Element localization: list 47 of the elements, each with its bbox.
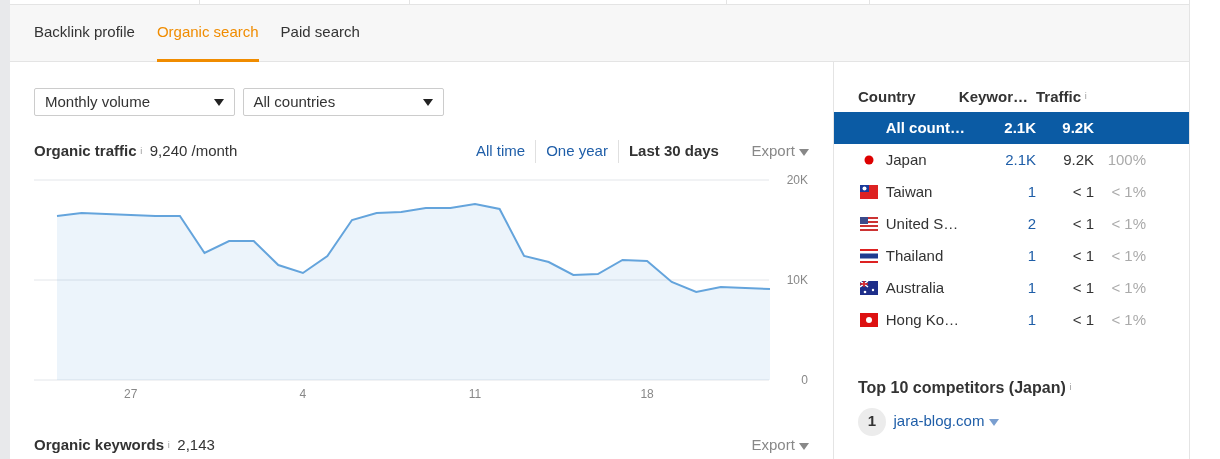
country-row[interactable]: Australia 1 < 1 < 1% bbox=[834, 272, 1189, 304]
caret-icon bbox=[422, 98, 433, 106]
section-title: Top 10 competitors (Japan) bbox=[858, 378, 1066, 398]
section-title: Organic keywords bbox=[34, 435, 165, 455]
export-button[interactable]: Export bbox=[751, 434, 809, 457]
axis-label: 10K bbox=[786, 273, 808, 287]
section-title: Organic traffic bbox=[34, 141, 137, 162]
traffic-value: 9,240 /month bbox=[149, 141, 238, 162]
column-header: Traffic bbox=[1036, 86, 1081, 107]
axis-label: 4 bbox=[299, 387, 307, 401]
info-icon: i bbox=[1069, 381, 1072, 395]
column-header: Country bbox=[857, 86, 917, 107]
axis-label: 20K bbox=[786, 173, 808, 187]
axis-label: 27 bbox=[124, 387, 138, 401]
dropdown[interactable]: Monthly volume bbox=[34, 88, 235, 116]
caret-icon bbox=[988, 418, 999, 426]
range-tab[interactable]: All time bbox=[466, 140, 536, 163]
flag-icon bbox=[860, 281, 878, 295]
country-row[interactable]: Japan 2.1K 9.2K 100% bbox=[834, 144, 1189, 176]
rank-number: 1 bbox=[858, 407, 886, 436]
flag-icon bbox=[860, 249, 878, 263]
country-row[interactable]: Taiwan 1 < 1 < 1% bbox=[834, 176, 1189, 208]
competitor-link[interactable]: jara-blog.com bbox=[893, 410, 999, 433]
range-tab[interactable]: Last 30 days bbox=[617, 140, 729, 163]
tab[interactable]: Paid search bbox=[280, 5, 360, 62]
flag-icon bbox=[860, 313, 878, 327]
flag-icon bbox=[860, 217, 878, 231]
info-icon: i bbox=[1084, 90, 1087, 104]
caret-icon bbox=[799, 148, 809, 156]
flag-icon bbox=[860, 185, 878, 199]
country-row[interactable]: United S… 2 < 1 < 1% bbox=[834, 208, 1189, 240]
range-tab[interactable]: One year bbox=[535, 140, 618, 163]
country-row[interactable]: All count… 2.1K 9.2K bbox=[834, 112, 1189, 144]
tab[interactable]: Backlink profile bbox=[34, 5, 135, 62]
country-row[interactable]: Hong Ko… 1 < 1 < 1% bbox=[834, 304, 1189, 336]
dropdown[interactable]: All countries bbox=[242, 88, 444, 116]
country-row[interactable]: Thailand 1 < 1 < 1% bbox=[834, 240, 1189, 272]
caret-icon bbox=[214, 98, 224, 106]
column-header: Keywor… bbox=[957, 86, 1028, 107]
info-icon: i bbox=[167, 438, 170, 452]
keywords-count: 2,143 bbox=[177, 435, 215, 455]
axis-label: 18 bbox=[640, 387, 654, 401]
info-icon: i bbox=[140, 144, 143, 159]
export-button[interactable]: Export bbox=[751, 140, 809, 163]
axis-label: 0 bbox=[801, 373, 808, 387]
axis-label: 11 bbox=[468, 387, 482, 401]
caret-icon bbox=[799, 442, 809, 450]
